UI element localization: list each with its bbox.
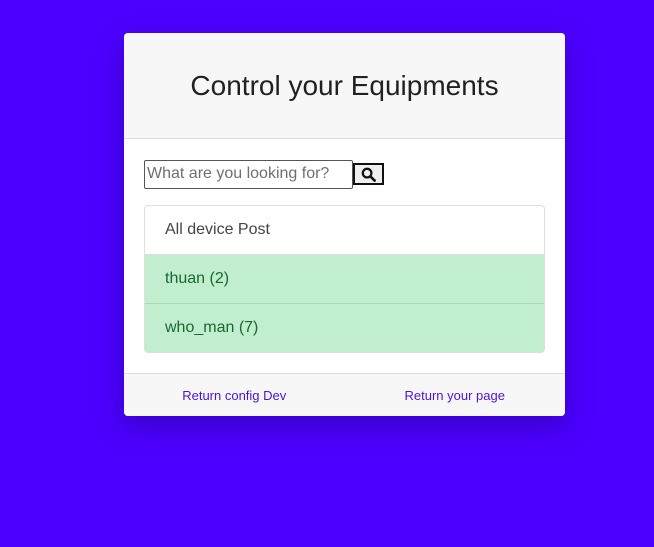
device-list: All device Post thuan (2) who_man (7) [144, 205, 545, 353]
return-config-dev-link[interactable]: Return config Dev [124, 388, 345, 403]
search-icon [361, 167, 376, 182]
device-item-who-man[interactable]: who_man (7) [145, 303, 544, 352]
card-header: Control your Equipments [124, 33, 565, 139]
card-body: All device Post thuan (2) who_man (7) [124, 139, 565, 373]
search-input[interactable] [144, 159, 353, 189]
search-button[interactable] [353, 163, 384, 185]
equipment-card: Control your Equipments All device Post … [124, 33, 565, 416]
card-footer: Return config Dev Return your page [124, 373, 565, 416]
device-item-thuan[interactable]: thuan (2) [145, 255, 544, 303]
page-title: Control your Equipments [190, 69, 499, 101]
return-your-page-link[interactable]: Return your page [345, 388, 566, 403]
search-bar [144, 159, 545, 189]
device-list-header: All device Post [145, 206, 544, 255]
